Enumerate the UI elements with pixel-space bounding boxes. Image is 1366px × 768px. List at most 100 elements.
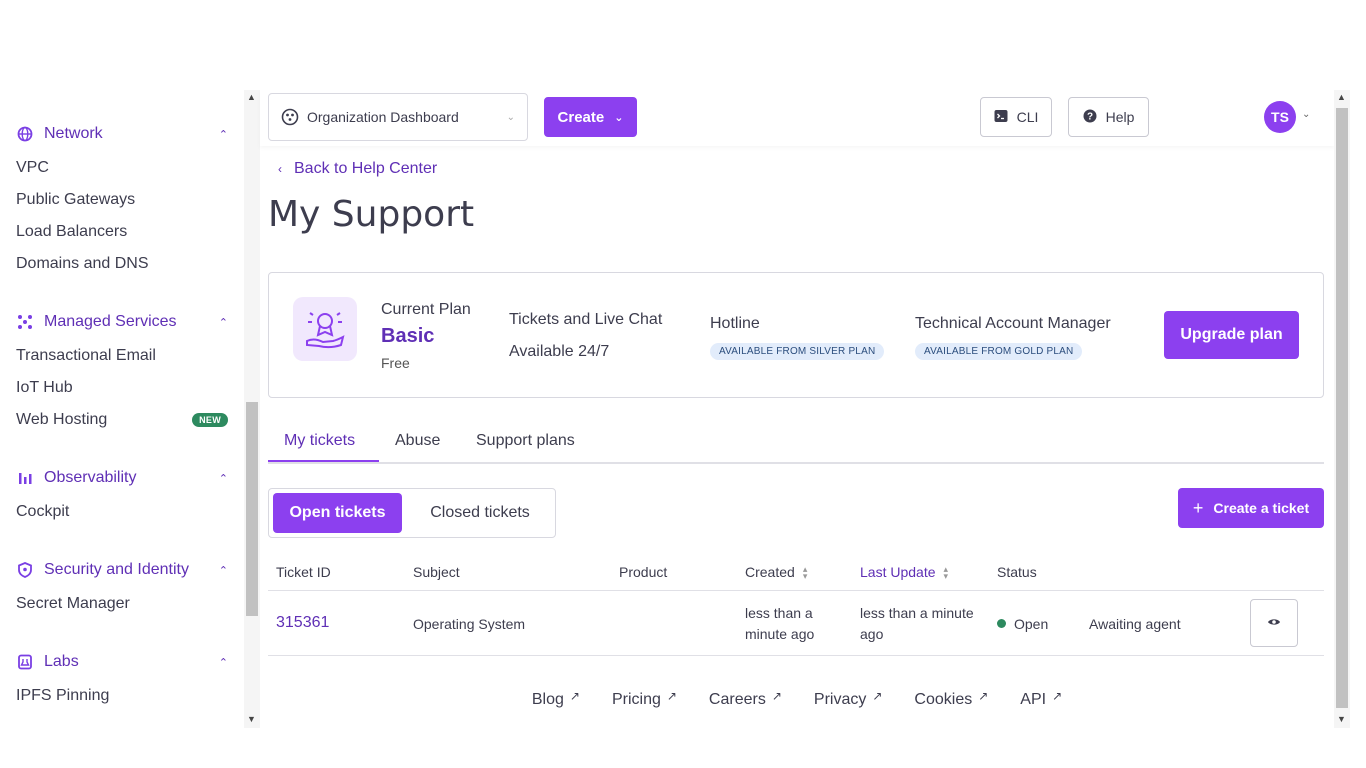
bar-chart-icon (16, 469, 34, 487)
sidebar-section-header[interactable]: Observability ⌃ (16, 466, 228, 490)
footer-link-label: Blog (531, 691, 564, 708)
page-title: My Support (268, 194, 475, 235)
external-link-icon: ↗ (771, 689, 782, 703)
sidebar-section-title: Network (44, 125, 103, 142)
tab-support-plans[interactable]: Support plans (476, 432, 575, 450)
chevron-up-icon[interactable]: ⌃ (219, 656, 228, 669)
new-badge: NEW (192, 413, 228, 427)
scroll-up-arrow-icon[interactable]: ▲ (247, 92, 256, 102)
sidebar-item-iot-hub[interactable]: IoT Hub (16, 372, 228, 404)
sidebar-section-observability: Observability ⌃ Cockpit (16, 466, 228, 528)
scroll-down-arrow-icon[interactable]: ▼ (1337, 714, 1346, 724)
avatar[interactable]: TS (1264, 101, 1296, 133)
footer-link-cookies[interactable]: Cookies ↗ (914, 689, 988, 709)
closed-tickets-toggle[interactable]: Closed tickets (409, 493, 551, 533)
chevron-up-icon[interactable]: ⌃ (219, 564, 228, 577)
column-header-label: Last Update (860, 564, 936, 580)
main-content: ‹ Back to Help Center My Support Current… (260, 146, 1334, 728)
ticket-last-update: less than a minute ago (860, 605, 974, 642)
sidebar-scrollbar-thumb[interactable] (246, 402, 258, 616)
award-hand-icon (293, 297, 357, 361)
sidebar-item-vpc[interactable]: VPC (16, 152, 228, 184)
column-header-status: Status (997, 564, 1037, 580)
sidebar-item-label: Web Hosting (16, 411, 108, 428)
back-link[interactable]: ‹ Back to Help Center (278, 160, 437, 178)
sidebar-section-header[interactable]: Network ⌃ (16, 122, 228, 146)
sidebar-item-public-gateways[interactable]: Public Gateways (16, 184, 228, 216)
terminal-icon (994, 109, 1008, 126)
sidebar-section-header[interactable]: Labs ⌃ (16, 650, 228, 674)
footer-link-label: Pricing (611, 691, 661, 708)
upgrade-plan-button[interactable]: Upgrade plan (1164, 311, 1299, 359)
page-scrollbar[interactable]: ▲ ▼ (1334, 90, 1350, 728)
footer-link-api[interactable]: API ↗ (1020, 689, 1062, 709)
external-link-icon: ↗ (569, 689, 580, 703)
table-divider (268, 655, 1324, 656)
tabs: My tickets Abuse Support plans (268, 418, 1324, 464)
chevron-up-icon[interactable]: ⌃ (219, 472, 228, 485)
sidebar-section-managed-services: Managed Services ⌃ Transactional Email I… (16, 310, 228, 436)
sidebar-item-ipfs-pinning[interactable]: IPFS Pinning (16, 680, 228, 712)
organization-select-value: Organization Dashboard (307, 109, 459, 125)
external-link-icon: ↗ (666, 689, 677, 703)
create-ticket-button[interactable]: + Create a ticket (1178, 488, 1324, 528)
current-plan-label: Current Plan (381, 301, 471, 318)
hotline-badge: AVAILABLE FROM SILVER PLAN (710, 343, 885, 360)
open-tickets-toggle[interactable]: Open tickets (273, 493, 402, 533)
footer-link-careers[interactable]: Careers ↗ (708, 689, 782, 709)
eye-icon (1267, 614, 1281, 632)
page-scrollbar-thumb[interactable] (1336, 108, 1348, 708)
sidebar-item-domains-dns[interactable]: Domains and DNS (16, 248, 228, 280)
ticket-id-link[interactable]: 315361 (276, 614, 329, 632)
footer-link-label: Privacy (813, 691, 867, 708)
ticket-subject: Operating System (413, 616, 526, 632)
chevron-down-icon: ⌄ (614, 111, 624, 124)
external-link-icon: ↗ (872, 689, 883, 703)
column-header-ticket-id: Ticket ID (276, 564, 331, 580)
plan-name: Basic (381, 325, 435, 347)
help-button[interactable]: ? Help (1068, 97, 1149, 137)
column-header-subject: Subject (413, 564, 460, 580)
sidebar-item-transactional-email[interactable]: Transactional Email (16, 340, 228, 372)
sort-icon: ▴ ▾ (943, 564, 949, 582)
help-icon: ? (1083, 109, 1097, 126)
sidebar-item-load-balancers[interactable]: Load Balancers (16, 216, 228, 248)
chevron-up-icon[interactable]: ⌃ (219, 128, 228, 141)
create-button[interactable]: Create ⌄ (544, 97, 637, 137)
app-frame: Network ⌃ VPC Public Gateways Load Balan… (0, 90, 1366, 728)
sidebar-section-title: Security and Identity (44, 561, 189, 578)
organization-select[interactable]: Organization Dashboard ⌄ (268, 93, 528, 141)
sidebar-item-secret-manager[interactable]: Secret Manager (16, 588, 228, 620)
tab-my-tickets[interactable]: My tickets (284, 432, 355, 450)
sidebar-section-header[interactable]: Security and Identity ⌃ (16, 558, 228, 582)
active-tab-indicator (268, 460, 379, 462)
view-ticket-button[interactable] (1250, 599, 1298, 647)
tam-badge: AVAILABLE FROM GOLD PLAN (915, 343, 1083, 360)
footer-link-pricing[interactable]: Pricing ↗ (611, 689, 677, 709)
chevron-up-icon[interactable]: ⌃ (219, 316, 228, 329)
globe-icon (16, 125, 34, 143)
sidebar-item-web-hosting[interactable]: Web Hosting NEW (16, 404, 228, 436)
footer-link-label: Careers (708, 691, 766, 708)
sidebar-scrollbar[interactable]: ▲ ▼ (244, 90, 260, 728)
column-header-product: Product (619, 564, 668, 580)
chevron-down-icon[interactable]: ⌄ (1302, 109, 1310, 120)
ticket-created: less than a minute ago (745, 605, 815, 642)
scroll-down-arrow-icon[interactable]: ▼ (247, 714, 256, 724)
status-dot-icon (997, 618, 1006, 628)
svg-text:?: ? (1087, 111, 1093, 122)
cli-button[interactable]: CLI (980, 97, 1052, 137)
sidebar-section-header[interactable]: Managed Services ⌃ (16, 310, 228, 334)
help-button-label: Help (1105, 109, 1135, 125)
footer-link-privacy[interactable]: Privacy ↗ (813, 689, 883, 709)
sidebar-item-cockpit[interactable]: Cockpit (16, 496, 228, 528)
column-header-last-update[interactable]: Last Update ▴ ▾ (860, 564, 949, 582)
ticket-status-label: Open (1014, 616, 1049, 632)
cli-button-label: CLI (1016, 109, 1039, 125)
column-header-created[interactable]: Created ▴ ▾ (745, 564, 807, 581)
footer-link-blog[interactable]: Blog ↗ (531, 689, 580, 709)
tab-abuse[interactable]: Abuse (395, 432, 440, 450)
scroll-up-arrow-icon[interactable]: ▲ (1337, 92, 1346, 102)
sidebar-section-network: Network ⌃ VPC Public Gateways Load Balan… (16, 122, 228, 280)
services-icon (16, 313, 34, 331)
